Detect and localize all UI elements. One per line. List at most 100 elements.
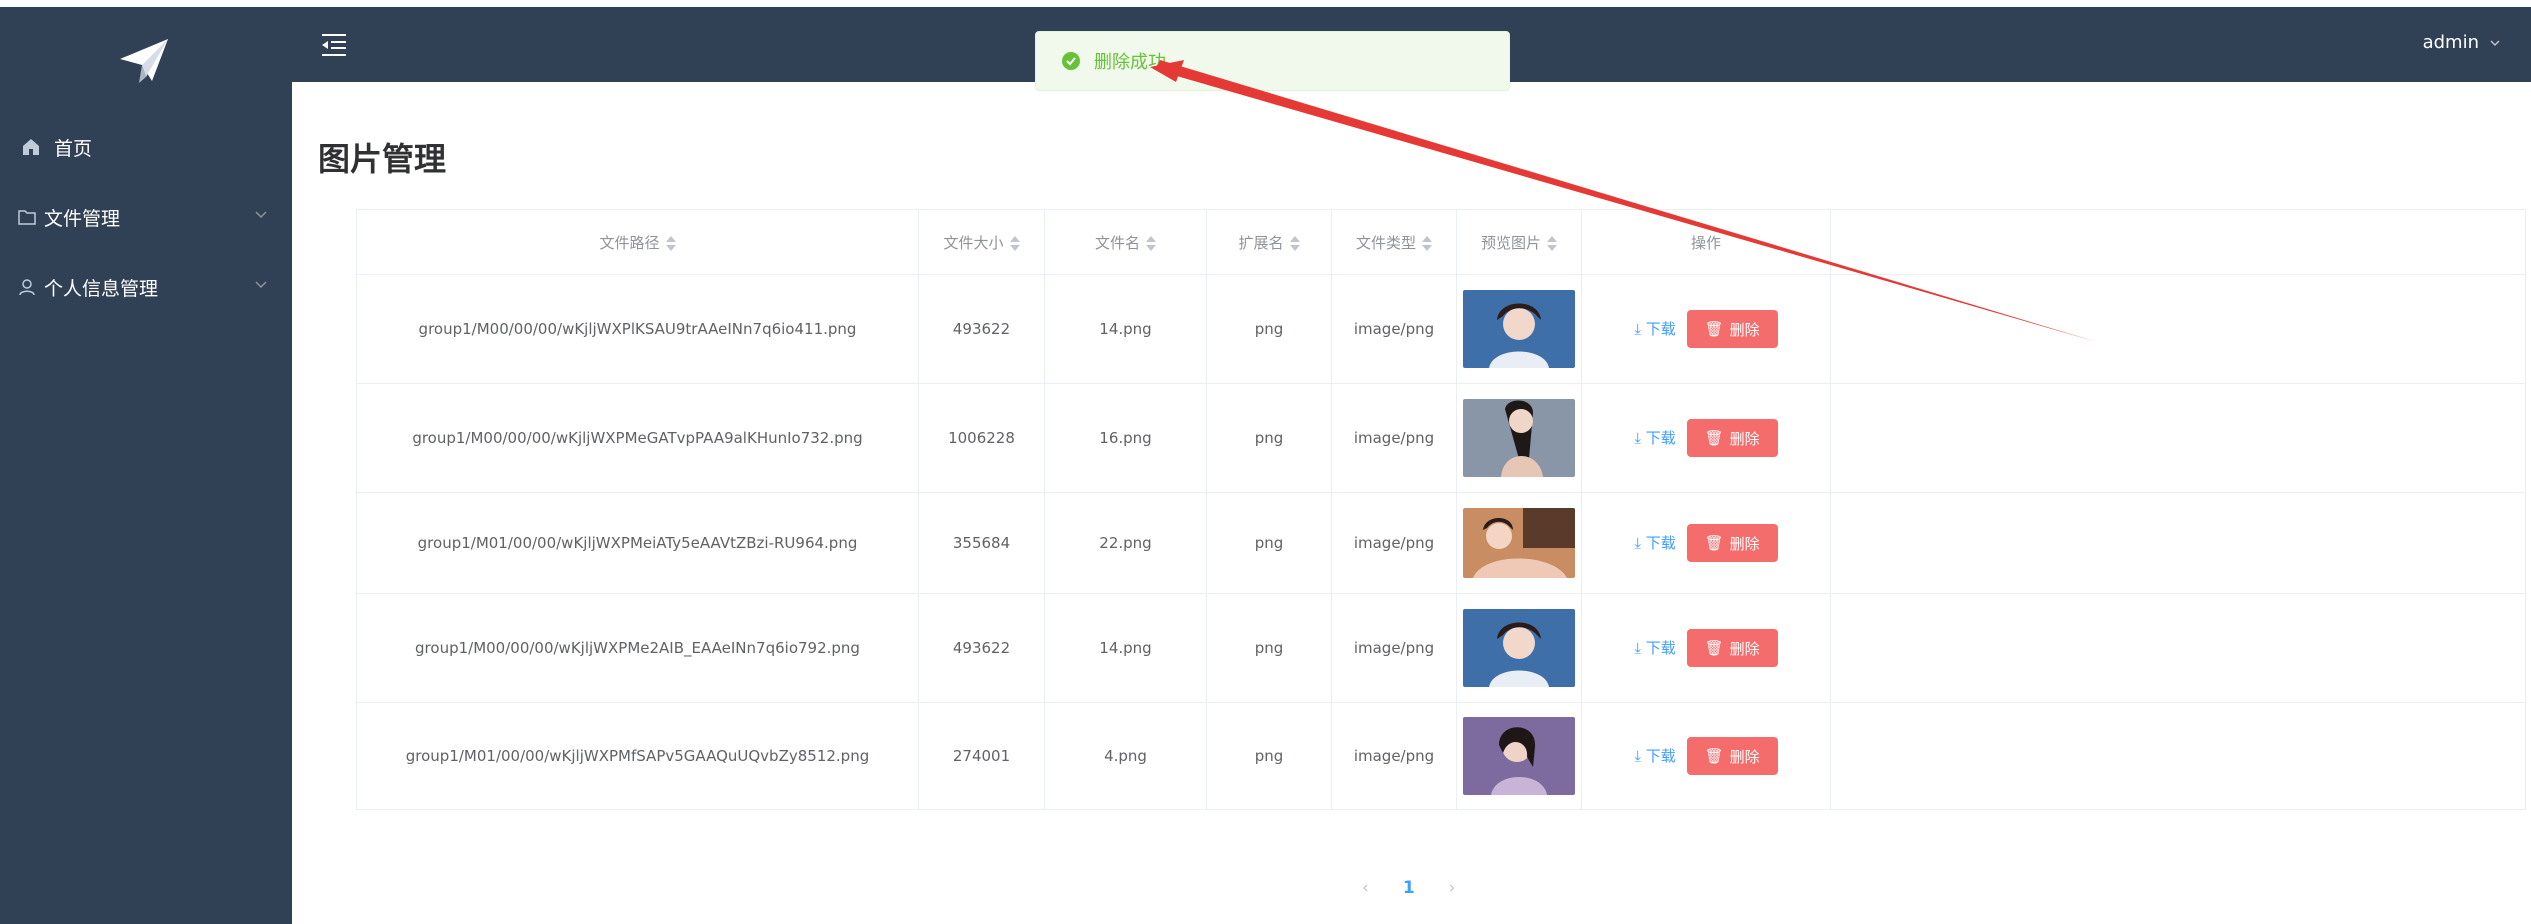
next-page-button[interactable]: › bbox=[1449, 878, 1456, 898]
cell-type: image/png bbox=[1331, 593, 1457, 703]
image-table: 文件路径 文件大小 文件名 扩展名 文件类型 预览图片 操作 group1/M0… bbox=[356, 209, 2531, 810]
sort-icon[interactable] bbox=[1009, 235, 1020, 251]
cell-size: 493622 bbox=[918, 274, 1045, 384]
check-circle-icon bbox=[1062, 52, 1080, 70]
column-header-path[interactable]: 文件路径 bbox=[356, 209, 919, 275]
column-header-actions: 操作 bbox=[1581, 209, 1831, 275]
user-icon bbox=[16, 276, 38, 298]
cell-name: 14.png bbox=[1044, 593, 1207, 703]
cell-ext: png bbox=[1206, 593, 1332, 703]
collapse-menu-icon[interactable] bbox=[320, 31, 348, 59]
cell-size: 274001 bbox=[918, 702, 1045, 810]
cell-filler bbox=[1830, 702, 2526, 810]
column-header-name[interactable]: 文件名 bbox=[1044, 209, 1207, 275]
cell-actions: ⤓ 下载 🗑 删除 bbox=[1581, 593, 1831, 703]
download-button[interactable]: ⤓ 下载 bbox=[1634, 747, 1675, 765]
table-row: group1/M01/00/00/wKjljWXPMfSAPv5GAAQuUQv… bbox=[356, 702, 2526, 810]
delete-button[interactable]: 🗑 删除 bbox=[1686, 737, 1778, 775]
pagination: ‹ 1 › bbox=[1362, 878, 1455, 898]
username: admin bbox=[2422, 32, 2479, 53]
download-button[interactable]: ⤓ 下载 bbox=[1634, 429, 1675, 447]
trash-icon: 🗑 bbox=[1704, 534, 1724, 552]
cell-name: 14.png bbox=[1044, 274, 1207, 384]
sidebar: 首页 文件管理 个人信息管理 bbox=[0, 7, 292, 924]
preview-image[interactable] bbox=[1463, 717, 1575, 795]
sidebar-item-file-management[interactable]: 文件管理 bbox=[0, 187, 292, 247]
cell-size: 1006228 bbox=[918, 383, 1045, 493]
sidebar-item-label: 文件管理 bbox=[44, 207, 121, 230]
table-row: group1/M00/00/00/wKjljWXPMeGATvpPAA9alKH… bbox=[356, 383, 2526, 493]
cell-path: group1/M00/00/00/wKjljWXPMe2AIB_EAAeINn7… bbox=[356, 593, 919, 703]
sort-icon[interactable] bbox=[1547, 235, 1557, 251]
folder-icon bbox=[16, 206, 38, 228]
download-button[interactable]: ⤓ 下载 bbox=[1634, 534, 1675, 552]
sidebar-item-label: 首页 bbox=[54, 137, 93, 160]
success-toast: 删除成功 bbox=[1035, 31, 1510, 91]
cell-ext: png bbox=[1206, 492, 1332, 594]
cell-actions: ⤓ 下载 🗑 删除 bbox=[1581, 702, 1831, 810]
cell-filler bbox=[1830, 383, 2526, 493]
delete-button[interactable]: 🗑 删除 bbox=[1686, 419, 1778, 457]
cell-preview bbox=[1456, 383, 1582, 493]
cell-actions: ⤓ 下载 🗑 删除 bbox=[1581, 492, 1831, 594]
cell-path: group1/M00/00/00/wKjljWXPlKSAU9trAAeINn7… bbox=[356, 274, 919, 384]
preview-image[interactable] bbox=[1463, 290, 1575, 368]
preview-image[interactable] bbox=[1463, 609, 1575, 687]
cell-preview bbox=[1456, 593, 1582, 703]
page-title: 图片管理 bbox=[318, 140, 447, 178]
download-button[interactable]: ⤓ 下载 bbox=[1634, 639, 1675, 657]
sort-icon[interactable] bbox=[1146, 235, 1156, 251]
sort-icon[interactable] bbox=[1422, 235, 1432, 251]
cell-preview bbox=[1456, 702, 1582, 810]
toast-message: 删除成功 bbox=[1094, 52, 1166, 73]
cell-type: image/png bbox=[1331, 702, 1457, 810]
cell-ext: png bbox=[1206, 702, 1332, 810]
cell-path: group1/M00/00/00/wKjljWXPMeGATvpPAA9alKH… bbox=[356, 383, 919, 493]
page-number-current[interactable]: 1 bbox=[1403, 878, 1415, 898]
trash-icon: 🗑 bbox=[1704, 320, 1724, 338]
delete-button[interactable]: 🗑 删除 bbox=[1686, 629, 1778, 667]
cell-actions: ⤓ 下载 🗑 删除 bbox=[1581, 383, 1831, 493]
chevron-down-icon bbox=[255, 211, 267, 219]
delete-button[interactable]: 🗑 删除 bbox=[1686, 524, 1778, 562]
cell-name: 22.png bbox=[1044, 492, 1207, 594]
trash-icon: 🗑 bbox=[1704, 429, 1724, 447]
table-row: group1/M01/00/00/wKjljWXPMeiATy5eAAVtZBz… bbox=[356, 492, 2526, 594]
column-header-ext[interactable]: 扩展名 bbox=[1206, 209, 1332, 275]
cell-name: 16.png bbox=[1044, 383, 1207, 493]
table-row: group1/M00/00/00/wKjljWXPlKSAU9trAAeINn7… bbox=[356, 274, 2526, 384]
paper-plane-logo-icon bbox=[120, 39, 168, 83]
cell-size: 355684 bbox=[918, 492, 1045, 594]
column-header-type[interactable]: 文件类型 bbox=[1331, 209, 1457, 275]
table-header-row: 文件路径 文件大小 文件名 扩展名 文件类型 预览图片 操作 bbox=[356, 209, 2526, 275]
sort-icon[interactable] bbox=[1289, 235, 1300, 251]
download-button[interactable]: ⤓ 下载 bbox=[1634, 320, 1675, 338]
trash-icon: 🗑 bbox=[1704, 747, 1724, 765]
cell-type: image/png bbox=[1331, 274, 1457, 384]
chevron-down-icon bbox=[2490, 39, 2500, 46]
sidebar-item-home[interactable]: 首页 bbox=[0, 117, 292, 177]
cell-ext: png bbox=[1206, 383, 1332, 493]
cell-filler bbox=[1830, 492, 2526, 594]
cell-type: image/png bbox=[1331, 383, 1457, 493]
delete-button[interactable]: 🗑 删除 bbox=[1686, 310, 1778, 348]
user-dropdown[interactable]: admin bbox=[2423, 32, 2501, 53]
preview-image[interactable] bbox=[1463, 399, 1575, 477]
cell-ext: png bbox=[1206, 274, 1332, 384]
sidebar-item-label: 个人信息管理 bbox=[44, 277, 159, 300]
column-header-preview[interactable]: 预览图片 bbox=[1456, 209, 1582, 275]
cell-path: group1/M01/00/00/wKjljWXPMeiATy5eAAVtZBz… bbox=[356, 492, 919, 594]
cell-size: 493622 bbox=[918, 593, 1045, 703]
preview-image[interactable] bbox=[1463, 508, 1575, 578]
cell-preview bbox=[1456, 274, 1582, 384]
prev-page-button[interactable]: ‹ bbox=[1362, 878, 1369, 898]
table-row: group1/M00/00/00/wKjljWXPMe2AIB_EAAeINn7… bbox=[356, 593, 2526, 703]
home-icon bbox=[20, 136, 42, 158]
cell-type: image/png bbox=[1331, 492, 1457, 594]
column-header-size[interactable]: 文件大小 bbox=[918, 209, 1045, 275]
cell-path: group1/M01/00/00/wKjljWXPMfSAPv5GAAQuUQv… bbox=[356, 702, 919, 810]
top-strip bbox=[0, 0, 2531, 7]
cell-preview bbox=[1456, 492, 1582, 594]
sort-icon[interactable] bbox=[665, 235, 676, 251]
sidebar-item-profile-management[interactable]: 个人信息管理 bbox=[0, 257, 292, 317]
